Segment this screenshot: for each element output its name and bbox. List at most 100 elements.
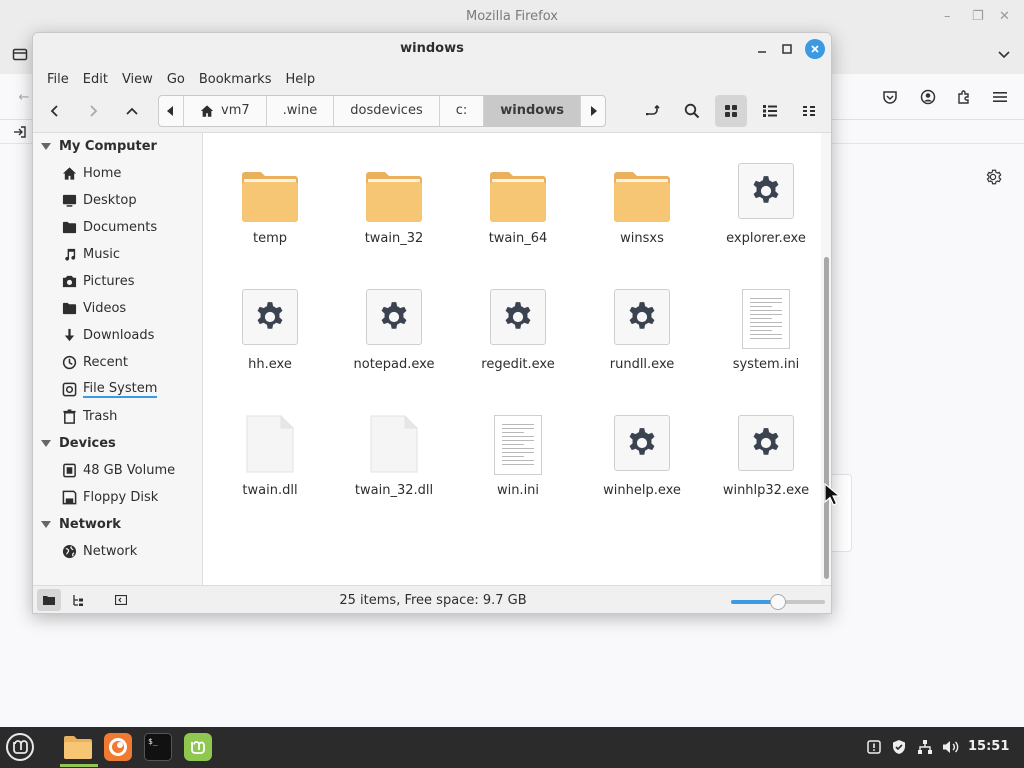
- sidebar-item-48-gb-volume[interactable]: 48 GB Volume: [33, 457, 202, 484]
- file-item[interactable]: winhlp32.exe: [704, 401, 820, 527]
- file-item[interactable]: twain.dll: [208, 401, 332, 527]
- sidebar-item-label: Recent: [83, 355, 128, 370]
- sidebar-section-devices[interactable]: Devices: [33, 430, 202, 457]
- network-tray-icon[interactable]: [915, 737, 935, 757]
- documents-icon: [61, 220, 77, 236]
- file-item[interactable]: winhelp.exe: [580, 401, 704, 527]
- sidebar-item-floppy-disk[interactable]: Floppy Disk: [33, 484, 202, 511]
- expander-triangle-icon[interactable]: [41, 143, 51, 150]
- file-item[interactable]: twain_32.dll: [332, 401, 456, 527]
- file-item[interactable]: system.ini: [704, 275, 820, 401]
- breadcrumb-scroll-right-icon[interactable]: [581, 96, 605, 126]
- breadcrumb-wine[interactable]: .wine: [267, 96, 335, 126]
- shield-icon[interactable]: [889, 737, 909, 757]
- notification-icon[interactable]: [864, 737, 884, 757]
- minimize-button[interactable]: [751, 38, 773, 60]
- file-item[interactable]: logs: [208, 133, 332, 149]
- menu-bookmarks[interactable]: Bookmarks: [192, 72, 279, 87]
- file-name: regedit.exe: [481, 357, 555, 372]
- file-item[interactable]: twain_32: [332, 149, 456, 275]
- file-item[interactable]: twain_64: [456, 149, 580, 275]
- menu-help[interactable]: Help: [278, 72, 322, 87]
- sidebar-section-my-computer[interactable]: My Computer: [33, 133, 202, 160]
- back-button[interactable]: [39, 95, 71, 127]
- breadcrumb-vm7[interactable]: vm7: [184, 96, 267, 126]
- file-item[interactable]: system: [332, 133, 456, 149]
- back-icon[interactable]: ←: [14, 87, 34, 107]
- chevron-down-icon[interactable]: [994, 44, 1014, 64]
- scrollbar-thumb[interactable]: [824, 257, 829, 579]
- close-button[interactable]: [805, 39, 825, 59]
- minimize-icon[interactable]: –: [944, 0, 951, 34]
- forward-button[interactable]: [77, 95, 109, 127]
- files-app-icon[interactable]: [60, 731, 98, 767]
- sidebar-item-file-system[interactable]: File System: [33, 376, 202, 403]
- menu-view[interactable]: View: [115, 72, 160, 87]
- import-icon[interactable]: [10, 122, 30, 142]
- vertical-scrollbar[interactable]: [821, 133, 831, 585]
- breadcrumb-c[interactable]: c:: [440, 96, 485, 126]
- file-item[interactable]: regedit.exe: [456, 275, 580, 401]
- file-item[interactable]: hh.exe: [208, 275, 332, 401]
- sidebar-item-desktop[interactable]: Desktop: [33, 187, 202, 214]
- firefox-app-icon[interactable]: [102, 731, 134, 763]
- pocket-icon[interactable]: [880, 87, 900, 107]
- sidebar-item-trash[interactable]: Trash: [33, 403, 202, 430]
- file-item[interactable]: system32: [456, 133, 580, 149]
- file-view[interactable]: logssystemsystem32syswow64tasks temp twain…: [203, 133, 820, 585]
- breadcrumb-scroll-left-icon[interactable]: [159, 96, 184, 126]
- sidebar-item-downloads[interactable]: Downloads: [33, 322, 202, 349]
- account-icon[interactable]: [918, 87, 938, 107]
- maximize-icon[interactable]: ❐: [972, 0, 984, 34]
- sidebar-section-title: Network: [59, 517, 121, 532]
- sidebar-item-videos[interactable]: Videos: [33, 295, 202, 322]
- compact-view-button[interactable]: [793, 95, 825, 127]
- sidebar-item-network[interactable]: Network: [33, 538, 202, 565]
- sidebar-item-pictures[interactable]: Pictures: [33, 268, 202, 295]
- zoom-slider[interactable]: [731, 594, 825, 610]
- file-item[interactable]: rundll.exe: [580, 275, 704, 401]
- toggle-location-button[interactable]: [637, 95, 669, 127]
- window-titlebar[interactable]: windows: [33, 33, 831, 67]
- file-item[interactable]: win.ini: [456, 401, 580, 527]
- sidebar-item-recent[interactable]: Recent: [33, 349, 202, 376]
- icon-view-button[interactable]: [715, 95, 747, 127]
- file-item[interactable]: temp: [208, 149, 332, 275]
- clock[interactable]: 15:51: [968, 739, 1009, 754]
- settings-gear-icon[interactable]: [983, 167, 1003, 187]
- breadcrumb-windows[interactable]: windows: [484, 96, 581, 126]
- terminal-app-icon[interactable]: $_: [142, 731, 174, 763]
- list-view-button[interactable]: [754, 95, 786, 127]
- expander-triangle-icon[interactable]: [41, 440, 51, 447]
- volume-icon[interactable]: [941, 737, 961, 757]
- search-button[interactable]: [676, 95, 708, 127]
- file-item[interactable]: explorer.exe: [704, 149, 820, 275]
- file-manager-window: windows File Edit View Go Bookmarks Help vm7.…: [32, 32, 832, 614]
- close-icon[interactable]: ✕: [999, 0, 1010, 34]
- sidebar-section-network[interactable]: Network: [33, 511, 202, 538]
- breadcrumb-dosdevices[interactable]: dosdevices: [334, 96, 440, 126]
- file-item[interactable]: winsxs: [580, 149, 704, 275]
- executable-gear-icon: [734, 159, 798, 223]
- zoom-slider-knob[interactable]: [770, 594, 786, 610]
- mint-menu-icon[interactable]: [4, 731, 36, 763]
- file-item[interactable]: tasks: [704, 133, 820, 149]
- expander-triangle-icon[interactable]: [41, 521, 51, 528]
- extensions-icon[interactable]: [954, 87, 974, 107]
- up-button[interactable]: [116, 95, 148, 127]
- tab-list-icon[interactable]: [10, 44, 30, 64]
- menu-edit[interactable]: Edit: [76, 72, 115, 87]
- sidebar-item-home[interactable]: Home: [33, 160, 202, 187]
- sidebar-item-music[interactable]: Music: [33, 241, 202, 268]
- executable-gear-icon: [238, 285, 302, 349]
- sidebar-item-documents[interactable]: Documents: [33, 214, 202, 241]
- blank-file-icon: [238, 411, 302, 475]
- file-item[interactable]: syswow64: [580, 133, 704, 149]
- menu-go[interactable]: Go: [160, 72, 192, 87]
- mintinstall-app-icon[interactable]: [182, 731, 214, 763]
- hamburger-menu-icon[interactable]: [990, 87, 1010, 107]
- file-item[interactable]: notepad.exe: [332, 275, 456, 401]
- file-name: system.ini: [732, 357, 800, 372]
- menu-file[interactable]: File: [40, 72, 76, 87]
- maximize-button[interactable]: [776, 38, 798, 60]
